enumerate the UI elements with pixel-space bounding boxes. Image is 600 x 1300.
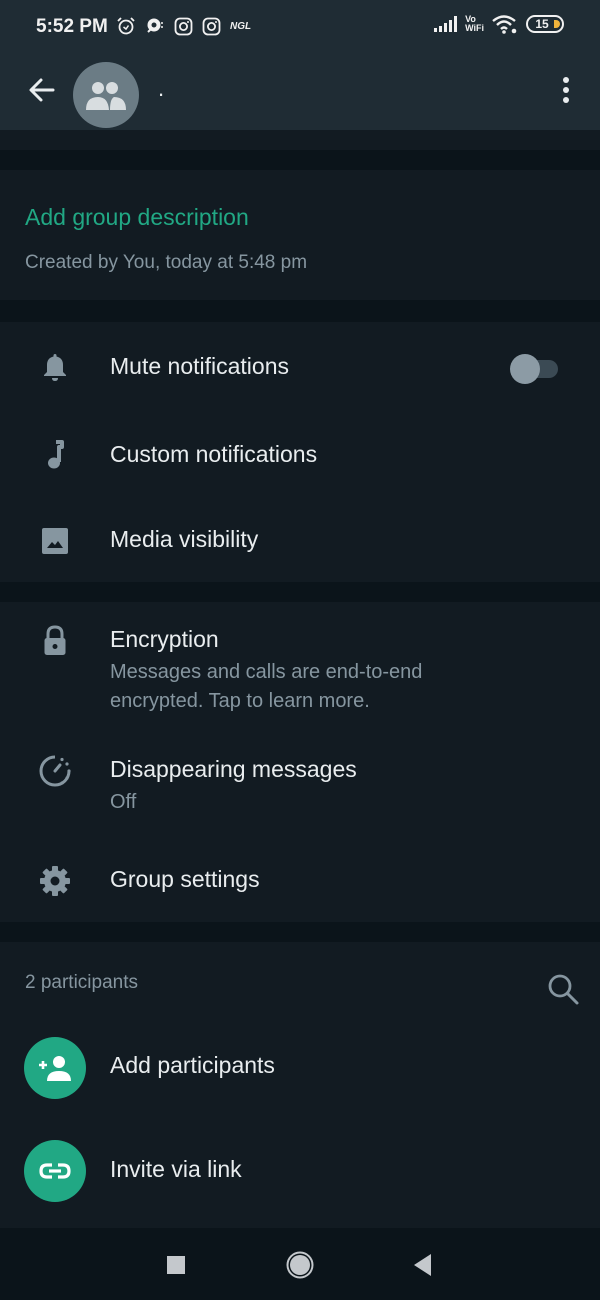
search-icon	[548, 974, 579, 1005]
status-notification-icons: NGL	[116, 16, 251, 36]
music-note-icon	[38, 438, 72, 472]
header-bottom-strip	[0, 130, 600, 150]
encryption-description-line: encrypted. Tap to learn more.	[110, 690, 370, 712]
menu-dot	[563, 97, 569, 103]
instagram-icon	[174, 17, 193, 35]
alarm-icon	[117, 17, 135, 35]
back-nav-button[interactable]	[408, 1250, 438, 1280]
mute-notifications-label: Mute notifications	[110, 353, 289, 379]
add-person-icon	[24, 1037, 86, 1099]
battery-charge-icon	[554, 20, 560, 28]
custom-notifications-row[interactable]: Custom notifications	[0, 412, 600, 498]
more-vert-icon	[563, 77, 569, 83]
group-avatar[interactable]	[73, 62, 139, 128]
encryption-description-line: Messages and calls are end-to-end	[110, 661, 423, 683]
notifications-card: Mute notifications Custom notifications …	[0, 322, 600, 582]
media-visibility-label: Media visibility	[110, 526, 259, 552]
recents-button[interactable]	[161, 1250, 191, 1280]
disappearing-messages-label: Disappearing messages	[110, 756, 357, 782]
disappearing-messages-row[interactable]: Disappearing messages Off	[0, 742, 600, 832]
group-settings-row[interactable]: Group settings	[0, 842, 600, 922]
mute-notifications-toggle[interactable]	[508, 353, 560, 384]
toggle-thumb	[510, 354, 540, 384]
bell-icon	[38, 350, 72, 384]
disappearing-messages-value: Off	[110, 791, 137, 813]
menu-dot	[563, 87, 569, 93]
chat-bubble-icon	[147, 18, 163, 33]
add-participants-row[interactable]: Add participants	[0, 1032, 600, 1106]
back-button[interactable]	[26, 74, 58, 106]
ngl-icon: NGL	[230, 20, 252, 32]
participants-count: 2 participants	[25, 972, 139, 993]
encryption-row[interactable]: Encryption Messages and calls are end-to…	[0, 602, 600, 726]
battery-indicator: 15	[526, 15, 564, 33]
signal-icon	[434, 16, 458, 32]
system-nav-bar	[0, 1228, 600, 1300]
arrow-left-icon	[29, 78, 55, 102]
mute-notifications-row[interactable]: Mute notifications	[0, 322, 600, 412]
timer-icon	[38, 754, 72, 788]
group-settings-label: Group settings	[110, 866, 260, 892]
home-button[interactable]	[285, 1250, 315, 1280]
encryption-description: Messages and calls are end-to-end encryp…	[110, 658, 422, 716]
participants-card: 2 participants Add participants Invite v…	[0, 942, 600, 1228]
created-info: Created by You, today at 5:48 pm	[25, 252, 308, 273]
status-bar: 5:52 PM NGL Vo WiFi 15	[0, 0, 600, 58]
status-time: 5:52 PM	[36, 16, 108, 37]
privacy-card: Encryption Messages and calls are end-to…	[0, 602, 600, 922]
vowifi-bottom: WiFi	[465, 23, 484, 33]
gear-icon	[38, 864, 72, 898]
image-icon	[38, 524, 72, 558]
search-participants-button[interactable]	[546, 972, 580, 1006]
description-card: Add group description Created by You, to…	[0, 170, 600, 300]
encryption-label: Encryption	[110, 626, 219, 652]
add-group-description-link[interactable]: Add group description	[25, 204, 249, 231]
add-participants-label: Add participants	[110, 1052, 275, 1078]
battery-level: 15	[535, 17, 549, 31]
invite-via-link-label: Invite via link	[110, 1156, 242, 1182]
vowifi-icon: Vo WiFi	[465, 15, 484, 33]
app-header: .	[0, 58, 600, 130]
group-name[interactable]: .	[158, 76, 164, 102]
group-icon	[86, 82, 126, 110]
media-visibility-row[interactable]: Media visibility	[0, 498, 600, 582]
wifi-icon	[492, 15, 517, 34]
invite-via-link-row[interactable]: Invite via link	[0, 1136, 600, 1210]
lock-icon	[38, 624, 72, 658]
recents-square-icon	[167, 1256, 185, 1274]
status-system-icons: Vo WiFi 15	[433, 14, 564, 34]
home-circle-icon	[286, 1251, 314, 1279]
custom-notifications-label: Custom notifications	[110, 441, 318, 467]
link-icon	[24, 1140, 86, 1202]
back-triangle-icon	[414, 1254, 431, 1276]
instagram-icon	[202, 17, 221, 35]
more-options-button[interactable]	[552, 74, 580, 106]
